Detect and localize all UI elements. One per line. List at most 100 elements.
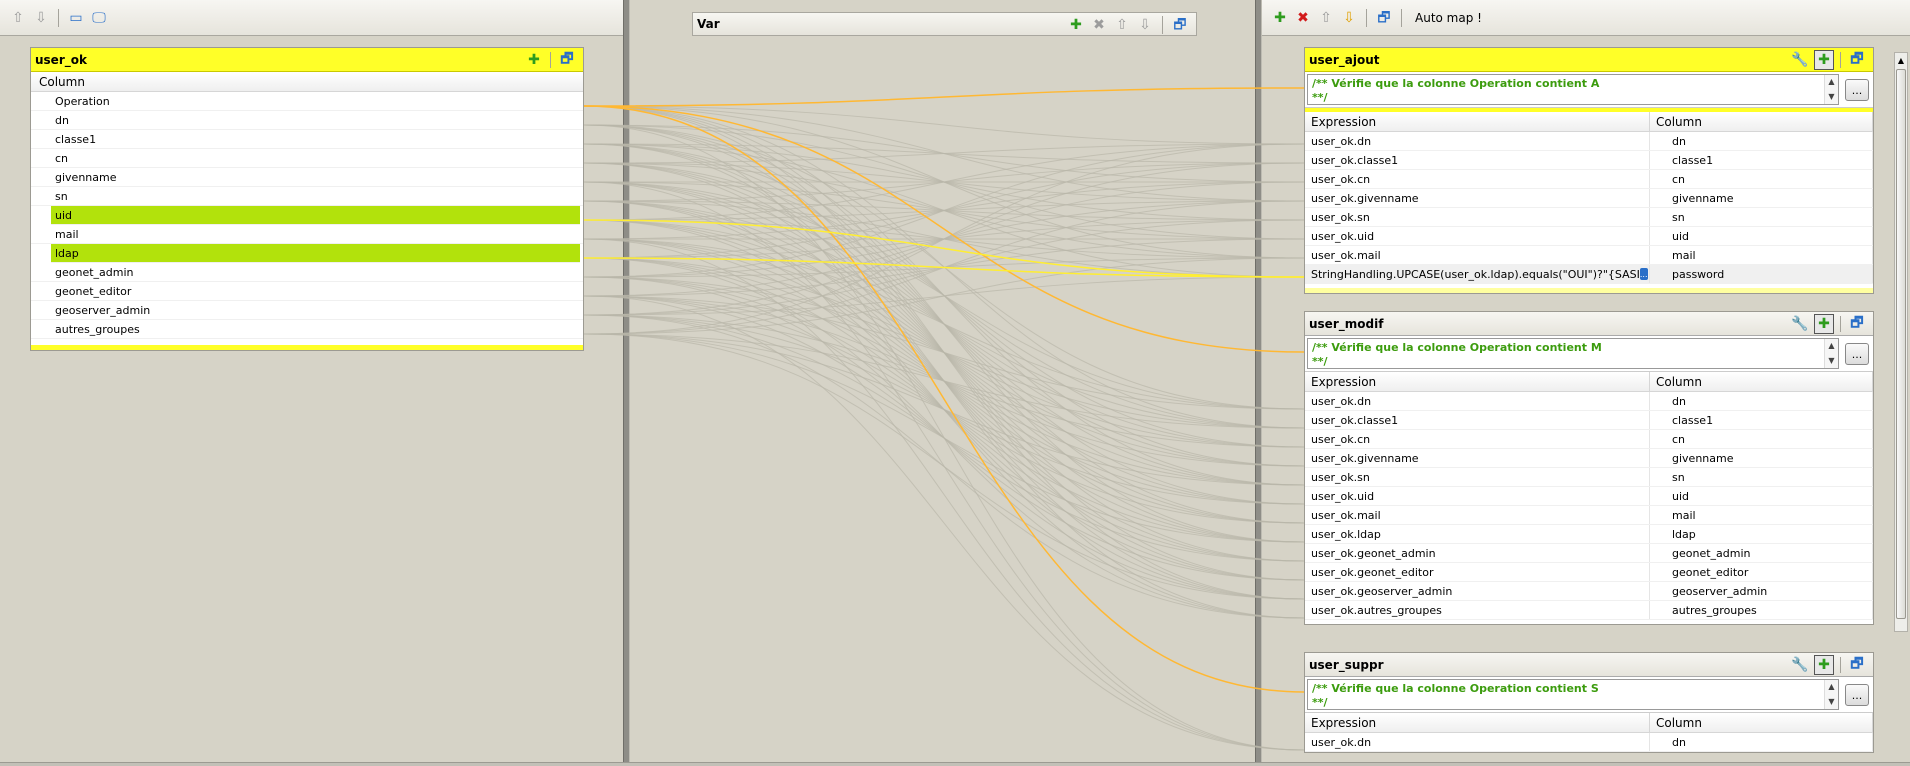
expression-header[interactable]: Expression [1305,372,1650,391]
mapping-row[interactable]: user_ok.cn cn [1305,430,1873,449]
mapping-row[interactable]: user_ok.ldap ldap [1305,525,1873,544]
expression-cell[interactable]: user_ok.sn [1305,468,1650,486]
window-icon[interactable]: ▭ [66,8,86,28]
expression-cell[interactable]: user_ok.mail [1305,506,1650,524]
expression-cell[interactable]: user_ok.dn [1305,392,1650,410]
wrench-icon[interactable]: 🔧 [1790,50,1810,70]
filter-editor-button[interactable]: ... [1845,684,1869,706]
output-column-cell[interactable]: givenname [1650,449,1873,467]
mapping-row[interactable]: user_ok.mail mail [1305,246,1873,265]
filter-scroll[interactable]: ▲ ▼ [1824,339,1838,368]
mapping-row[interactable]: user_ok.mail mail [1305,506,1873,525]
add-filter-icon[interactable]: ✚ [1814,655,1834,675]
minimize-icon[interactable]: 🗗 [1847,314,1867,334]
filter-scroll[interactable]: ▲ ▼ [1824,75,1838,104]
minimize-var-icon[interactable]: 🗗 [1170,15,1190,35]
output-scrollbar[interactable]: ▲ [1894,52,1908,632]
expression-cell[interactable]: user_ok.mail [1305,246,1650,264]
mapping-row[interactable]: user_ok.geoserver_admin geoserver_admin [1305,582,1873,601]
mapping-row[interactable]: user_ok.dn dn [1305,132,1873,151]
move-down-icon[interactable]: ⇩ [1339,8,1359,28]
input-column-row[interactable]: givenname [31,168,583,187]
input-column-row[interactable]: sn [31,187,583,206]
input-column-row[interactable]: uid [51,206,580,225]
output-column-cell[interactable]: mail [1650,246,1873,264]
output-column-cell[interactable]: cn [1650,170,1873,188]
scroll-thumb[interactable] [1896,69,1906,619]
expression-cell[interactable]: user_ok.geoserver_admin [1305,582,1650,600]
pane-splitter-right[interactable] [1255,0,1262,766]
expression-cell[interactable]: user_ok.dn [1305,132,1650,150]
expression-cell[interactable]: user_ok.givenname [1305,449,1650,467]
expression-cell[interactable]: StringHandling.UPCASE(user_ok.ldap).equa… [1305,265,1650,283]
output-column-cell[interactable]: mail [1650,506,1873,524]
column-header[interactable]: Column [1650,713,1873,732]
add-filter-icon[interactable]: ✚ [1814,314,1834,334]
expression-cell[interactable]: user_ok.classe1 [1305,411,1650,429]
add-output-icon[interactable]: ✚ [1270,8,1290,28]
output-column-cell[interactable]: givenname [1650,189,1873,207]
mapping-row[interactable]: user_ok.geonet_editor geonet_editor [1305,563,1873,582]
mapping-row[interactable]: user_ok.sn sn [1305,208,1873,227]
expression-cell[interactable]: user_ok.classe1 [1305,151,1650,169]
expression-cell[interactable]: user_ok.givenname [1305,189,1650,207]
expression-cell[interactable]: user_ok.geonet_admin [1305,544,1650,562]
expression-cell[interactable]: user_ok.cn [1305,430,1650,448]
mapping-row[interactable]: user_ok.classe1 classe1 [1305,411,1873,430]
add-icon[interactable]: ✚ [524,50,544,70]
input-column-row[interactable]: classe1 [31,130,583,149]
move-up-icon[interactable]: ⇧ [1112,15,1132,35]
input-column-row[interactable]: geonet_admin [31,263,583,282]
mapping-row[interactable]: user_ok.givenname givenname [1305,189,1873,208]
mapping-row[interactable]: user_ok.geonet_admin geonet_admin [1305,544,1873,563]
delete-output-icon[interactable]: ✖ [1293,8,1313,28]
output-column-cell[interactable]: dn [1650,733,1873,751]
output-column-cell[interactable]: cn [1650,430,1873,448]
input-column-row[interactable]: Operation [31,92,583,111]
column-header[interactable]: Column [1650,372,1873,391]
mapping-row[interactable]: user_ok.sn sn [1305,468,1873,487]
minimize-icon[interactable]: 🗗 [557,50,577,70]
output-column-cell[interactable]: geoserver_admin [1650,582,1873,600]
delete-var-icon[interactable]: ✖ [1089,15,1109,35]
expression-header[interactable]: Expression [1305,112,1650,131]
arrow-down-icon[interactable]: ⇩ [31,8,51,28]
column-header[interactable]: Column [31,72,583,92]
output-column-cell[interactable]: uid [1650,227,1873,245]
output-column-cell[interactable]: sn [1650,468,1873,486]
output-column-cell[interactable]: classe1 [1650,151,1873,169]
monitor-icon[interactable]: 🖵 [89,8,109,28]
expression-cell[interactable]: user_ok.autres_groupes [1305,601,1650,619]
mapping-row[interactable]: user_ok.uid uid [1305,227,1873,246]
input-column-row[interactable]: dn [31,111,583,130]
input-column-row[interactable]: geonet_editor [31,282,583,301]
mapping-row[interactable]: user_ok.dn dn [1305,392,1873,411]
mapping-row[interactable]: StringHandling.UPCASE(user_ok.ldap).equa… [1305,265,1873,284]
output-column-cell[interactable]: ldap [1650,525,1873,543]
minimize-icon[interactable]: 🗗 [1847,50,1867,70]
filter-scroll[interactable]: ▲ ▼ [1824,680,1838,709]
output-column-cell[interactable]: autres_groupes [1650,601,1873,619]
expression-cell[interactable]: user_ok.uid [1305,227,1650,245]
output-column-cell[interactable]: dn [1650,132,1873,150]
arrow-up-icon[interactable]: ⇧ [8,8,28,28]
output-column-cell[interactable]: uid [1650,487,1873,505]
mapping-row[interactable]: user_ok.autres_groupes autres_groupes [1305,601,1873,620]
minimize-icon[interactable]: 🗗 [1847,655,1867,675]
column-header[interactable]: Column [1650,112,1873,131]
expression-editor-button[interactable]: ... [1639,268,1648,280]
output-column-cell[interactable]: classe1 [1650,411,1873,429]
filter-editor-button[interactable]: ... [1845,343,1869,365]
add-var-icon[interactable]: ✚ [1066,15,1086,35]
add-filter-icon[interactable]: ✚ [1814,50,1834,70]
expression-cell[interactable]: user_ok.cn [1305,170,1650,188]
move-down-icon[interactable]: ⇩ [1135,15,1155,35]
filter-input[interactable]: /** Vérifie que la colonne Operation con… [1307,679,1839,710]
input-column-row[interactable]: cn [31,149,583,168]
mapping-row[interactable]: user_ok.cn cn [1305,170,1873,189]
expression-cell[interactable]: user_ok.uid [1305,487,1650,505]
wrench-icon[interactable]: 🔧 [1790,655,1810,675]
scroll-up-icon[interactable]: ▲ [1895,53,1907,67]
expression-cell[interactable]: user_ok.ldap [1305,525,1650,543]
input-column-row[interactable]: geoserver_admin [31,301,583,320]
